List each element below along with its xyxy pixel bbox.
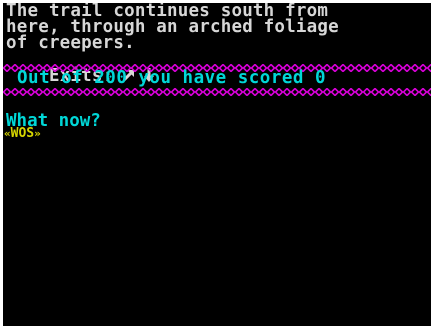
wos-logo: «WOS» xyxy=(4,126,41,142)
logo-left-chevron: « xyxy=(4,127,11,140)
score-status: Out of 200 you have scored 0 xyxy=(17,68,327,88)
status-border-bottom xyxy=(3,88,431,96)
logo-right-chevron: » xyxy=(34,127,41,140)
game-screen: The trail continues south from here, thr… xyxy=(3,3,431,326)
logo-text: WOS xyxy=(10,126,35,141)
narrative-line-3: of creepers. xyxy=(6,33,135,53)
